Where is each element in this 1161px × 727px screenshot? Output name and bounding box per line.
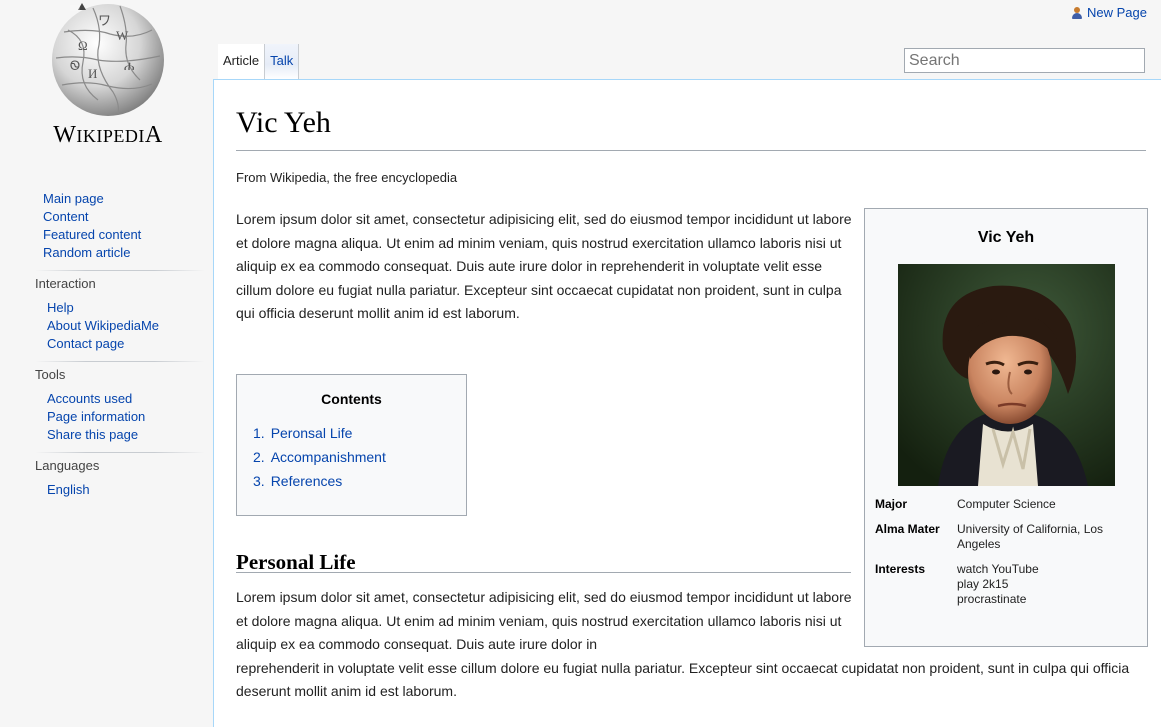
portal-languages: Languages English <box>35 452 205 499</box>
sidebar: Main page Content Featured content Rando… <box>35 190 205 499</box>
infobox-value: procrastinate <box>957 592 1027 606</box>
svg-text:И: И <box>88 66 97 81</box>
sidebar-item-about[interactable]: About WikipediaMe <box>47 317 203 335</box>
new-page-link[interactable]: New Page <box>1072 5 1147 20</box>
svg-text:ワ: ワ <box>98 13 111 28</box>
sidebar-item-english[interactable]: English <box>47 481 203 499</box>
infobox-label: Interests <box>875 562 926 576</box>
wordmark-initial: W <box>53 122 77 148</box>
portal-interaction: Interaction Help About WikipediaMe Conta… <box>35 270 205 353</box>
divider <box>35 452 205 453</box>
tagline: From Wikipedia, the free encyclopedia <box>236 170 458 185</box>
article-content: Vic Yeh From Wikipedia, the free encyclo… <box>213 79 1161 727</box>
infobox-row-major: Major Computer Science <box>875 497 1142 512</box>
tab-article[interactable]: Article <box>218 44 266 81</box>
portal-tools: Tools Accounts used Page information Sha… <box>35 361 205 444</box>
svg-text:ሐ: ሐ <box>124 58 135 73</box>
wordmark-middle: IKIPEDI <box>76 126 145 146</box>
wordmark-final: A <box>144 122 163 148</box>
toc-title: Contents <box>321 391 382 407</box>
infobox-value: Computer Science <box>957 497 1056 511</box>
portal-heading-interaction: Interaction <box>35 276 96 291</box>
paragraph-text: reprehenderit in voluptate velit esse ci… <box>236 659 1130 700</box>
user-icon <box>1072 6 1083 19</box>
toc-item-references[interactable]: 3. References <box>253 469 466 493</box>
portal-heading-languages: Languages <box>35 458 100 473</box>
sidebar-navigation: Main page Content Featured content Rando… <box>43 190 203 262</box>
page-tabs: Article Talk <box>218 44 300 81</box>
infobox-value: watch YouTube <box>957 562 1039 576</box>
sidebar-item-contact-page[interactable]: Contact page <box>47 335 203 353</box>
table-of-contents: Contents 1. Peronsal Life 2. Accompanishme… <box>236 374 467 516</box>
infobox-value: play 2k15 <box>957 577 1009 591</box>
portal-heading-tools: Tools <box>35 367 66 382</box>
new-page-label[interactable]: New Page <box>1087 5 1147 20</box>
toc-number: 2. <box>253 449 265 465</box>
page-title: Vic Yeh <box>236 106 331 139</box>
svg-text:Ꮻ: Ꮻ <box>70 58 80 73</box>
sidebar-item-share-this-page[interactable]: Share this page <box>47 426 203 444</box>
toc-item-accomplishment[interactable]: 2. Accompanishment <box>253 445 466 469</box>
toc-label[interactable]: Peronsal Life <box>271 425 353 441</box>
divider <box>35 270 205 271</box>
toc-item-personal-life[interactable]: 1. Peronsal Life <box>253 421 466 445</box>
svg-text:Ω: Ω <box>78 38 88 53</box>
intro-paragraph: Lorem ipsum dolor sit amet, consectetur … <box>236 211 852 321</box>
paragraph-text: Lorem ipsum dolor sit amet, consectetur … <box>236 589 852 652</box>
infobox: Vic Yeh Major Computer Science Alma Mate… <box>864 208 1148 647</box>
toc-number: 1. <box>253 425 265 441</box>
wikipedia-logo[interactable]: Ω W И ሐ ワ Ꮻ WIKIPEDIA <box>20 0 195 160</box>
sidebar-item-accounts-used[interactable]: Accounts used <box>47 390 203 408</box>
globe-icon: Ω W И ሐ ワ Ꮻ <box>52 3 164 116</box>
sidebar-item-page-information[interactable]: Page information <box>47 408 203 426</box>
title-divider <box>236 150 1146 151</box>
portrait-image <box>898 264 1115 486</box>
section-divider <box>236 572 851 573</box>
toc-label[interactable]: References <box>271 473 343 489</box>
sidebar-item-content[interactable]: Content <box>43 208 203 226</box>
infobox-row-alma-mater: Alma Mater University of California, Los… <box>875 522 1142 552</box>
toc-label[interactable]: Accompanishment <box>271 449 386 465</box>
sidebar-item-help[interactable]: Help <box>47 299 203 317</box>
divider <box>35 361 205 362</box>
toc-number: 3. <box>253 473 265 489</box>
wikipedia-wordmark: WIKIPEDIA <box>28 122 188 149</box>
sidebar-item-main-page[interactable]: Main page <box>43 190 203 208</box>
infobox-row-interests: Interests watch YouTube play 2k15 procra… <box>875 562 1142 607</box>
sidebar-item-random-article[interactable]: Random article <box>43 244 203 262</box>
search-input[interactable] <box>904 48 1145 73</box>
sidebar-item-featured-content[interactable]: Featured content <box>43 226 203 244</box>
infobox-label: Major <box>875 497 908 511</box>
infobox-label: Alma Mater <box>875 522 940 536</box>
tab-talk[interactable]: Talk <box>265 44 300 79</box>
infobox-table: Major Computer Science Alma Mater Univer… <box>875 497 1142 617</box>
svg-text:W: W <box>116 28 129 43</box>
infobox-title: Vic Yeh <box>977 229 1035 246</box>
infobox-value: University of California, Los Angeles <box>957 522 1104 551</box>
